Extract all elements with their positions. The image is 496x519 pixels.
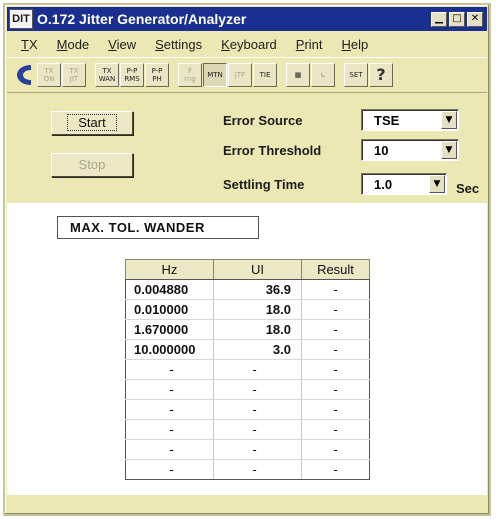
menu-help[interactable]: Help [342, 37, 369, 52]
toolbar-button-mtn[interactable]: MTN [203, 63, 227, 87]
toolbar-button-set[interactable]: SET [344, 63, 368, 87]
table-row[interactable]: --- [125, 379, 370, 400]
error-threshold-label: Error Threshold [223, 143, 322, 158]
cell-ui: - [213, 379, 302, 400]
table-row[interactable]: --- [125, 419, 370, 440]
controls-area: Start Stop Error Source TSE ▼ Error Thre… [7, 95, 487, 203]
toolbar-button-tie[interactable]: TIE [253, 63, 277, 87]
settling-time-value: 1.0 [374, 176, 393, 192]
chevron-down-icon[interactable]: ▼ [429, 175, 445, 193]
table-row[interactable]: 0.010000 18.0- [125, 299, 370, 320]
table-row[interactable]: 0.004880 36.9- [125, 279, 370, 300]
results-panel: MAX. TOL. WANDER Hz UI Result 0.004880 36… [7, 203, 487, 495]
table-header-row: Hz UI Result [125, 259, 370, 280]
cell-ui: 18.0 [213, 299, 302, 320]
column-header-ui[interactable]: UI [213, 259, 302, 280]
window-title: O.172 Jitter Generator/Analyzer [37, 11, 247, 27]
cell-hz: - [125, 459, 214, 480]
measurement-mode-label: MAX. TOL. WANDER [57, 216, 259, 239]
window-controls: ▁ □ ✕ [431, 11, 483, 27]
column-header-result[interactable]: Result [301, 259, 370, 280]
toolbar-button-tx-wan[interactable]: TX WAN [95, 63, 119, 87]
cell-hz: - [125, 419, 214, 440]
table-row[interactable]: 10.000000 3.0- [125, 339, 370, 360]
maximize-button[interactable]: □ [449, 11, 465, 27]
cell-result: - [301, 319, 370, 340]
cell-result: - [301, 419, 370, 440]
cell-ui: - [213, 419, 302, 440]
minimize-button[interactable]: ▁ [431, 11, 447, 27]
cell-ui: 36.9 [213, 279, 302, 300]
cell-result: - [301, 299, 370, 320]
cell-hz: - [125, 359, 214, 380]
table-row[interactable]: --- [125, 359, 370, 380]
menu-view[interactable]: View [108, 37, 136, 52]
table-row[interactable]: --- [125, 399, 370, 420]
start-button-label: Start [67, 114, 117, 131]
table-row[interactable]: --- [125, 459, 370, 480]
dit-logo-icon [17, 65, 31, 85]
close-button[interactable]: ✕ [467, 11, 483, 27]
error-source-label: Error Source [223, 113, 303, 128]
cell-hz: - [125, 379, 214, 400]
menu-mode[interactable]: Mode [57, 37, 90, 52]
toolbar: TX ON TX JIT TX WAN P-P RMS P-P PH F rng MTN JT… [7, 57, 487, 93]
cell-ui: - [213, 399, 302, 420]
results-table: Hz UI Result 0.004880 36.9-0.010000 18.0-1… [125, 259, 370, 480]
cell-hz: - [125, 439, 214, 460]
toolbar-button-p-p-rms[interactable]: P-P RMS [120, 63, 144, 87]
menu-keyboard[interactable]: Keyboard [221, 37, 277, 52]
cell-ui: 18.0 [213, 319, 302, 340]
cell-result: - [301, 359, 370, 380]
cell-result: - [301, 459, 370, 480]
cell-result: - [301, 279, 370, 300]
error-threshold-value: 10 [374, 142, 389, 158]
cell-hz: - [125, 399, 214, 420]
cell-result: - [301, 439, 370, 460]
status-strip [7, 497, 487, 513]
app-window: DIT O.172 Jitter Generator/Analyzer ▁ □ … [3, 3, 491, 516]
cell-result: - [301, 379, 370, 400]
start-button[interactable]: Start [51, 111, 133, 135]
cell-hz: 0.004880 [125, 279, 214, 300]
cell-hz: 0.010000 [125, 299, 214, 320]
cell-ui: - [213, 359, 302, 380]
graph-view-icon[interactable]: ⊾ [311, 63, 335, 87]
error-threshold-select[interactable]: 10 ▼ [361, 139, 459, 161]
table-view-icon[interactable]: ▦ [286, 63, 310, 87]
title-bar[interactable]: DIT O.172 Jitter Generator/Analyzer ▁ □ … [7, 7, 487, 31]
error-source-select[interactable]: TSE ▼ [361, 109, 459, 131]
help-icon[interactable]: ? [369, 63, 393, 87]
menu-bar: TX Mode View Settings Keyboard Print Hel… [7, 33, 487, 55]
column-header-hz[interactable]: Hz [125, 259, 214, 280]
chevron-down-icon[interactable]: ▼ [441, 111, 457, 129]
app-logo-icon: DIT [9, 9, 33, 29]
cell-result: - [301, 399, 370, 420]
cell-hz: 1.670000 [125, 319, 214, 340]
toolbar-button-tx-on[interactable]: TX ON [37, 63, 61, 87]
results-table-body: 0.004880 36.9-0.010000 18.0-1.670000 18.0-1… [125, 279, 370, 480]
menu-tx[interactable]: TX [21, 37, 38, 52]
cell-ui: 3.0 [213, 339, 302, 360]
toolbar-button-jtf[interactable]: JTF [228, 63, 252, 87]
table-row[interactable]: 1.670000 18.0- [125, 319, 370, 340]
toolbar-button-p-p-ph[interactable]: P-P PH [145, 63, 169, 87]
settling-time-unit: Sec [456, 181, 480, 196]
chevron-down-icon[interactable]: ▼ [441, 141, 457, 159]
toolbar-button-tx-jit[interactable]: TX JIT [62, 63, 86, 87]
toolbar-buttons: TX ON TX JIT TX WAN P-P RMS P-P PH F rng MTN JT… [37, 63, 394, 87]
stop-button[interactable]: Stop [51, 153, 133, 177]
settling-time-label: Settling Time [223, 177, 305, 192]
cell-ui: - [213, 439, 302, 460]
cell-result: - [301, 339, 370, 360]
menu-print[interactable]: Print [296, 37, 323, 52]
error-source-value: TSE [374, 112, 400, 128]
settling-time-select[interactable]: 1.0 ▼ [361, 173, 447, 195]
menu-settings[interactable]: Settings [155, 37, 202, 52]
table-row[interactable]: --- [125, 439, 370, 460]
cell-hz: 10.000000 [125, 339, 214, 360]
cell-ui: - [213, 459, 302, 480]
toolbar-button-f-rng[interactable]: F rng [178, 63, 202, 87]
